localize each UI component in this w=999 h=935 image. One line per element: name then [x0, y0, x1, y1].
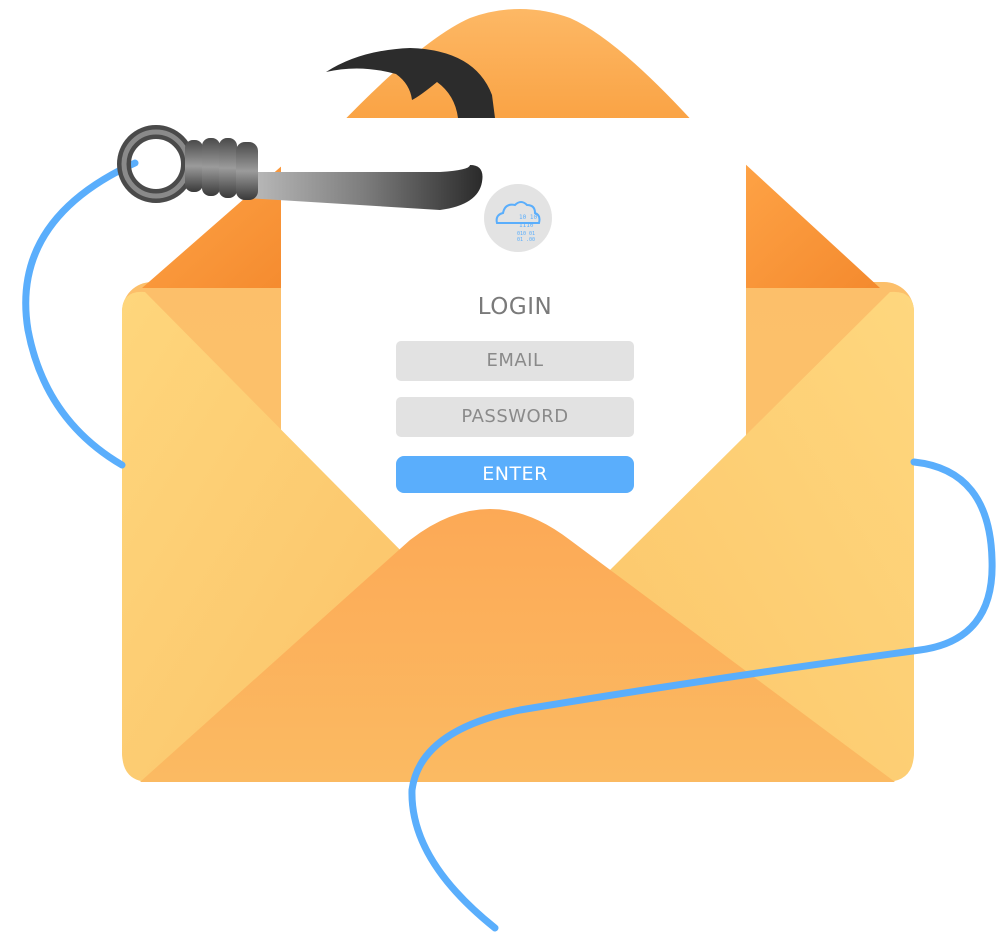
logo-digits-1: 10 10 — [519, 214, 537, 221]
phishing-illustration: 10 10 1110 010 01 01 .00 LOGIN EMAIL PAS… — [0, 0, 999, 935]
login-title: LOGIN — [477, 294, 553, 320]
fishing-line-icon — [22, 159, 139, 469]
logo-digits-4: 01 .00 — [517, 237, 535, 243]
enter-button[interactable]: ENTER — [396, 456, 634, 493]
email-field[interactable]: EMAIL — [396, 341, 634, 381]
cloud-binary-icon: 10 10 1110 010 01 01 .00 — [484, 184, 552, 252]
password-field[interactable]: PASSWORD — [396, 397, 634, 437]
logo-digits-2: 1110 — [519, 222, 534, 229]
